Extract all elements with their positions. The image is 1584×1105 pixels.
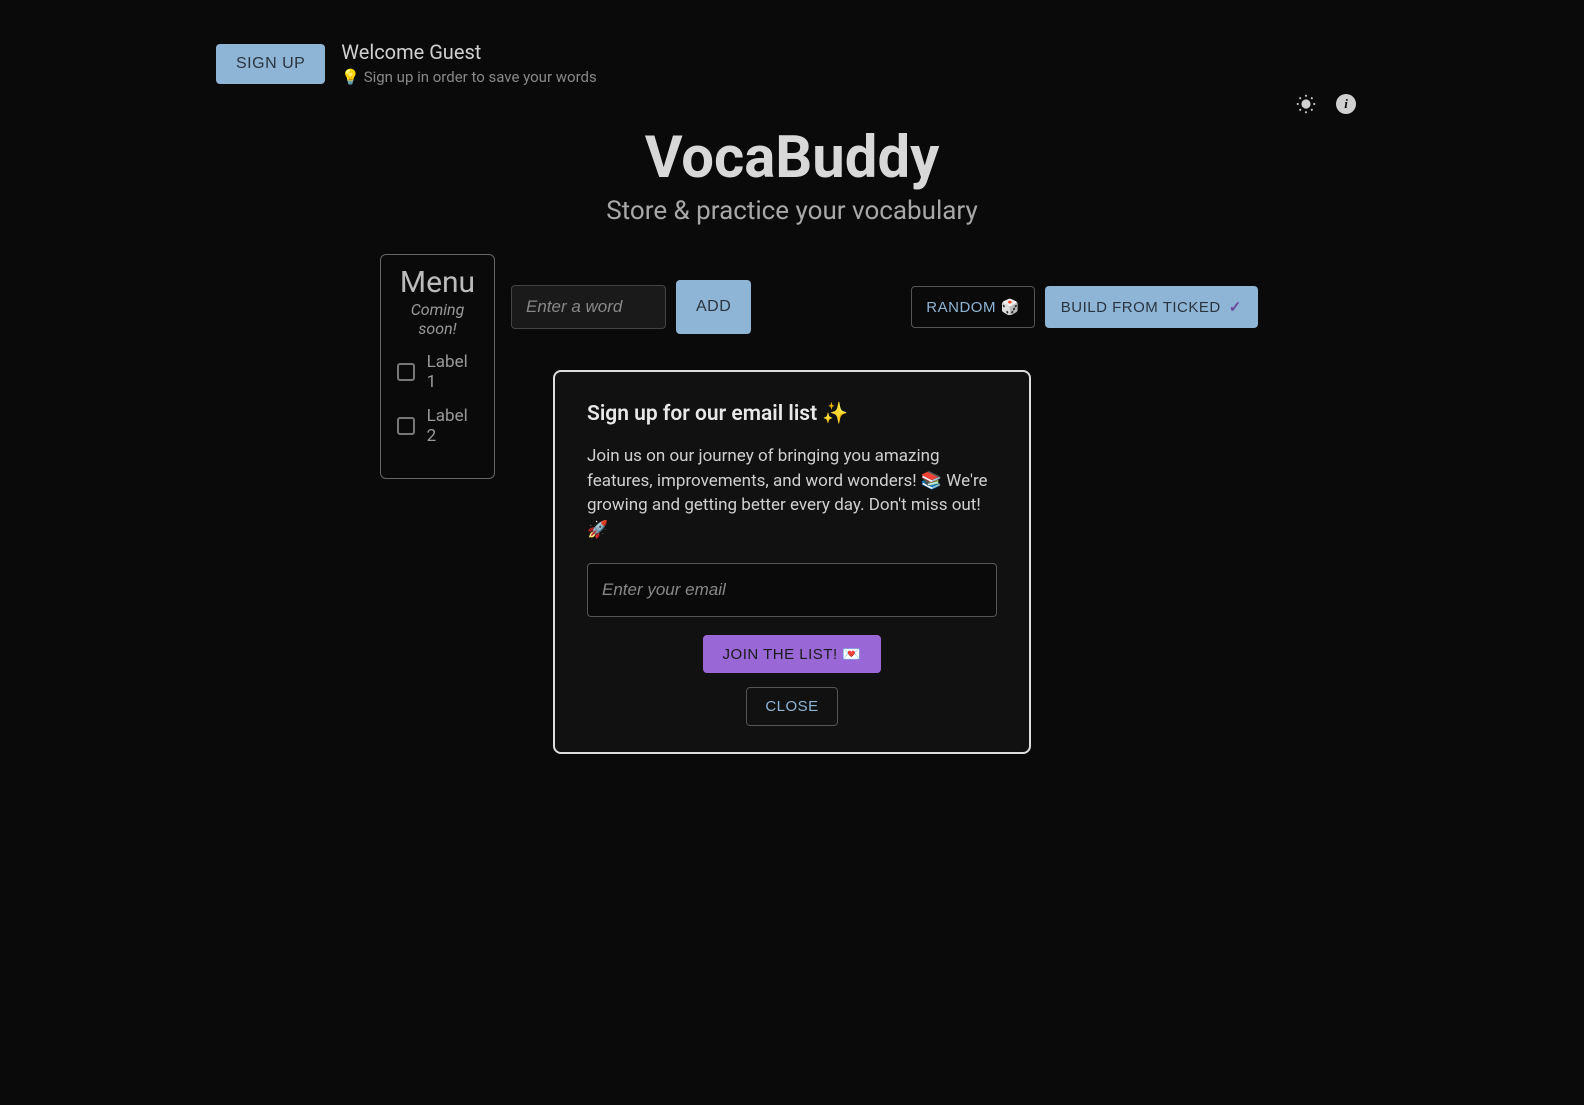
- menu-title: Menu: [395, 265, 480, 300]
- right-controls: RANDOM 🎲 BUILD FROM TICKED ✓: [911, 286, 1258, 328]
- signup-hint: 💡 Sign up in order to save your words: [341, 68, 596, 86]
- header: SIGN UP Welcome Guest 💡 Sign up in order…: [0, 0, 1584, 86]
- random-button[interactable]: RANDOM 🎲: [911, 286, 1035, 328]
- menu-item[interactable]: Label 1: [395, 352, 480, 392]
- add-button[interactable]: ADD: [676, 280, 751, 334]
- signup-button[interactable]: SIGN UP: [216, 44, 325, 84]
- top-icons: i: [1294, 92, 1358, 116]
- menu-item-label: Label 1: [427, 352, 480, 392]
- build-from-ticked-button[interactable]: BUILD FROM TICKED ✓: [1045, 286, 1258, 328]
- close-button[interactable]: CLOSE: [746, 687, 837, 726]
- app-title: VocaBuddy: [0, 124, 1584, 192]
- welcome-block: Welcome Guest 💡 Sign up in order to save…: [341, 40, 596, 86]
- menu-subtitle: Coming soon!: [395, 300, 480, 338]
- theme-toggle-button[interactable]: [1294, 92, 1318, 116]
- menu-item-label: Label 2: [427, 406, 480, 446]
- menu-item[interactable]: Label 2: [395, 406, 480, 446]
- join-list-button[interactable]: JOIN THE LIST! 💌: [703, 635, 882, 673]
- checkbox-icon[interactable]: [397, 417, 415, 435]
- app-subtitle: Store & practice your vocabulary: [0, 196, 1584, 226]
- check-icon: ✓: [1229, 298, 1242, 316]
- info-icon: i: [1336, 94, 1356, 114]
- modal-title: Sign up for our email list ✨: [587, 402, 997, 426]
- controls-row: ADD RANDOM 🎲 BUILD FROM TICKED ✓: [511, 280, 1258, 334]
- modal-buttons: JOIN THE LIST! 💌 CLOSE: [587, 635, 997, 726]
- main-title-block: VocaBuddy Store & practice your vocabula…: [0, 124, 1584, 226]
- email-input[interactable]: [587, 563, 997, 617]
- word-input[interactable]: [511, 285, 666, 329]
- welcome-text: Welcome Guest: [341, 40, 596, 64]
- modal-body-text: Join us on our journey of bringing you a…: [587, 444, 997, 543]
- email-signup-modal: Sign up for our email list ✨ Join us on …: [553, 370, 1031, 754]
- build-label: BUILD FROM TICKED: [1061, 299, 1221, 316]
- info-button[interactable]: i: [1334, 92, 1358, 116]
- sun-icon: [1295, 93, 1317, 115]
- menu-panel: Menu Coming soon! Label 1 Label 2: [380, 254, 495, 479]
- checkbox-icon[interactable]: [397, 363, 415, 381]
